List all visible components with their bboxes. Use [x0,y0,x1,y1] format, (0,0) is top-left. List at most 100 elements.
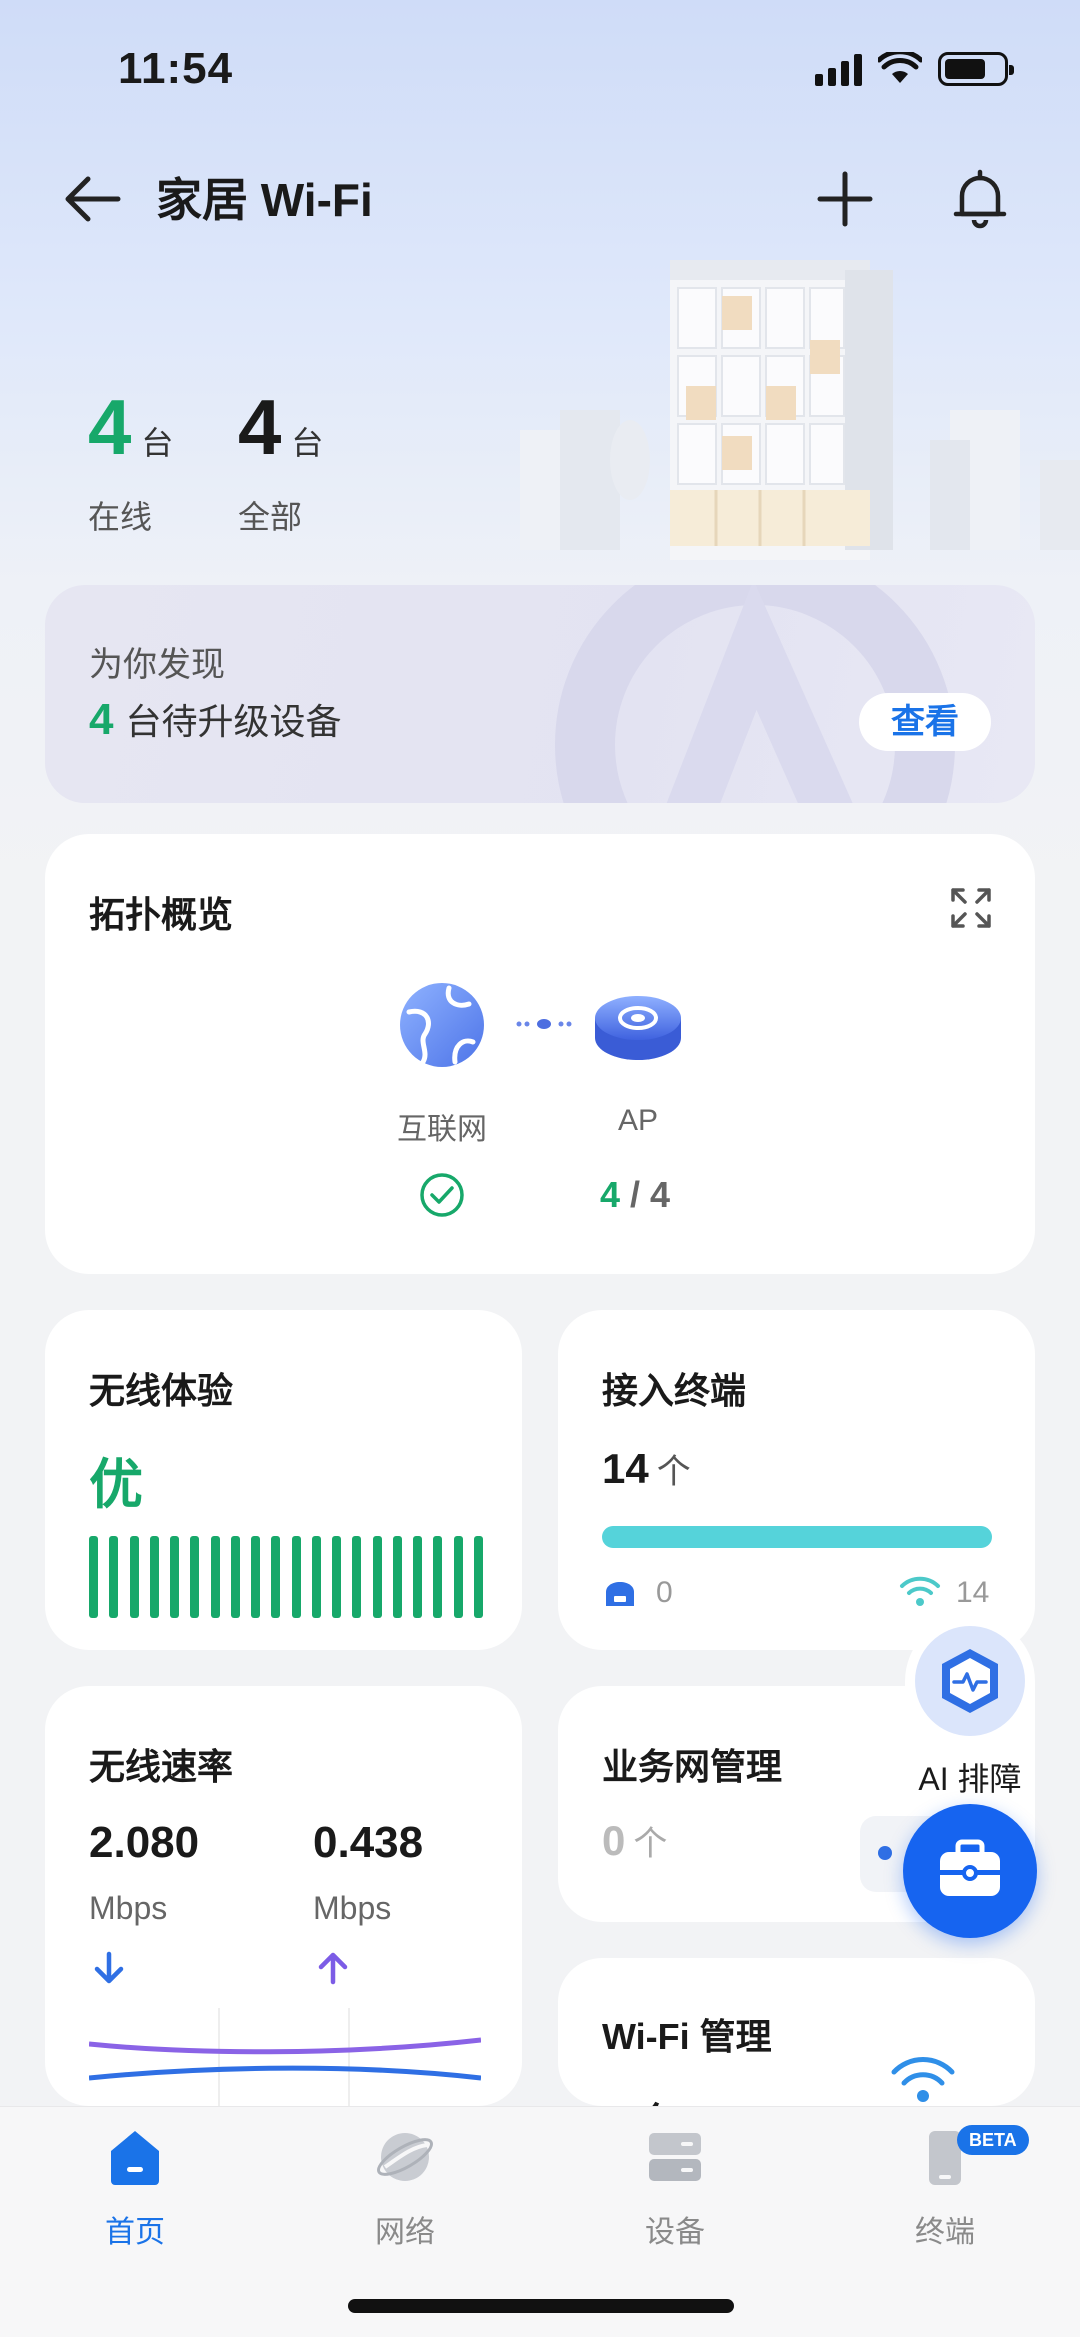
nav-home-label: 首页 [105,2216,165,2249]
terminals-count-value: 14 [602,1445,649,1492]
connection-link-icon [516,1019,572,1029]
experience-bar [170,1536,179,1618]
upload-unit: Mbps [313,1890,392,1926]
bottom-navigation: 首页 网络 设备 BETA 终端 [0,2106,1080,2337]
wireless-count: 14 [956,1576,990,1609]
experience-bar [291,1536,301,1618]
wifi-status-icon [878,52,922,83]
ai-troubleshoot-button[interactable]: AI 排障 [905,1616,1035,1806]
experience-bar [332,1536,341,1618]
add-icon[interactable] [810,164,880,234]
nav-terminal[interactable]: BETA 终端 [855,2125,1035,2249]
nav-device[interactable]: 设备 [585,2127,765,2249]
experience-bar [149,1536,159,1618]
online-unit: 台 [141,425,174,461]
nav-home[interactable]: 首页 [45,2127,225,2249]
wired-count: 0 [656,1576,673,1609]
experience-bars [89,1536,483,1618]
ap-total: 4 [650,1174,671,1215]
wifi-management-title: Wi-Fi 管理 [602,2016,772,2057]
topology-card[interactable]: 拓扑概览 互联网 AP 4 / 4 [45,834,1035,1274]
home-indicator [348,2299,734,2313]
status-bar: 11:54 [0,0,1080,140]
discover-message: 4 台待升级设备 [89,693,342,745]
experience-bar [392,1536,402,1618]
experience-bar [190,1536,200,1618]
wireless-experience-card[interactable]: 无线体验 优 [45,1310,522,1650]
ap-separator: / [619,1174,650,1215]
upgrade-text: 台待升级设备 [125,701,342,742]
online-count: 4 [88,383,132,471]
toolbox-icon [940,1839,1000,1896]
connected-terminals-card[interactable]: 接入终端 14 个 0 14 [558,1310,1035,1650]
nav-network[interactable]: 网络 [315,2127,495,2249]
total-count: 4 [238,383,282,471]
experience-bar [109,1536,119,1618]
download-speed: 2.080 [89,1818,200,1867]
device-icon [649,2133,701,2181]
experience-bar [129,1536,139,1618]
service-network-title: 业务网管理 [602,1746,783,1787]
speed-trend-chart [89,2008,481,2106]
upgrade-count: 4 [89,695,114,744]
online-stat: 4台 在线 [88,388,173,538]
speed-title: 无线速率 [89,1746,234,1787]
view-button[interactable]: 查看 [859,693,991,751]
service-network-count-value: 0 [602,1817,626,1864]
wireless-speed-card[interactable]: 无线速率 2.080 Mbps 0.438 Mbps [45,1686,522,2106]
internet-label: 互联网 [397,1113,487,1146]
upgrade-discovery-card[interactable]: 为你发现 4 台待升级设备 查看 [45,585,1035,803]
app-header: 家居 Wi-Fi [0,140,1080,250]
experience-bar [311,1536,321,1618]
experience-grade: 优 [89,1455,143,1515]
terminals-count-unit: 个 [656,1453,691,1491]
total-stat: 4台 全部 [238,388,323,538]
download-arrow-icon [94,1951,124,1984]
wifi-management-icon [891,2057,955,2102]
upload-speed: 0.438 [313,1818,424,1867]
nav-network-label: 网络 [375,2216,435,2249]
wifi-management-count: 2 个 [602,2090,675,2106]
experience-title: 无线体验 [89,1370,234,1411]
battery-icon [938,52,1014,86]
wired-icon [606,1582,634,1606]
experience-bar [271,1536,281,1618]
experience-bar [413,1536,422,1618]
terminals-count: 14 个 [602,1444,691,1493]
upload-arrow-icon [318,1952,348,1985]
ap-online: 4 [599,1174,620,1215]
download-unit: Mbps [89,1890,168,1926]
discover-title: 为你发现 [89,646,225,684]
topology-title: 拓扑概览 [89,894,234,935]
toolbox-button[interactable] [903,1804,1037,1938]
bell-icon[interactable] [944,162,1016,234]
online-label: 在线 [88,499,153,535]
ap-label: AP [617,1104,659,1137]
back-arrow-icon[interactable] [58,164,128,234]
status-icons [815,52,1014,86]
nav-terminal-label: 终端 [915,2216,975,2249]
nav-device-label: 设备 [645,2216,705,2249]
experience-bar [433,1536,443,1618]
experience-bar [251,1536,260,1618]
wifi-icon [900,1576,940,1606]
building-illustration [520,260,1080,560]
ap-online-count: 4 / 4 [555,1174,715,1216]
experience-bar [230,1536,240,1618]
beta-badge: BETA [957,2125,1029,2155]
experience-bar [453,1536,463,1618]
home-icon [111,2131,159,2185]
experience-bar [210,1536,220,1618]
service-network-count: 0个 [602,1816,667,1865]
wifi-management-card[interactable]: Wi-Fi 管理 2 个 [558,1958,1035,2106]
total-label: 全部 [238,499,303,535]
page-title: 家居 Wi-Fi [156,174,373,226]
total-unit: 台 [291,425,324,461]
expand-icon[interactable] [949,886,993,930]
ai-diagnosis-icon [942,1649,998,1713]
ai-icon-wrap [915,1626,1025,1736]
experience-bar [89,1536,98,1618]
network-icon [377,2133,433,2181]
service-network-unit: 个 [633,1825,668,1863]
cellular-signal-icon [815,52,862,86]
